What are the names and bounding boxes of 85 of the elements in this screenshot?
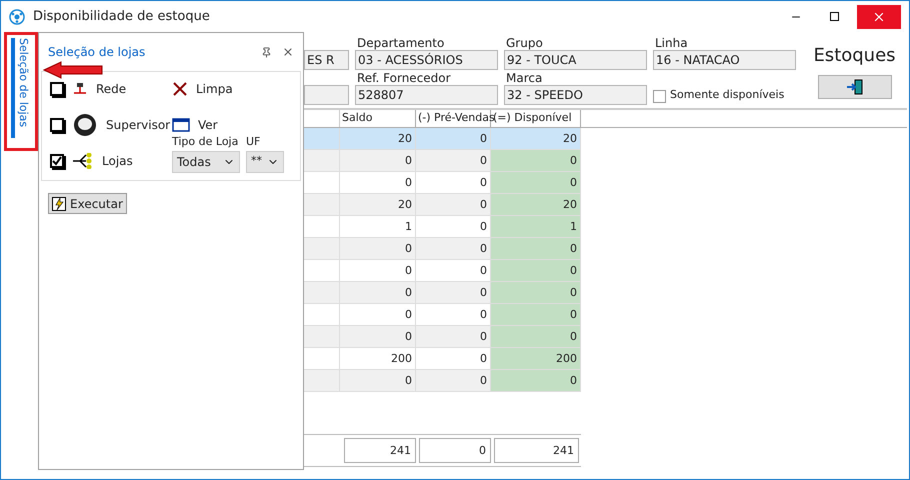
- table-cell: 200: [340, 348, 416, 369]
- table-row[interactable]: 0 0 0: [304, 282, 581, 304]
- field-value[interactable]: 03 - ACESSÓRIOS: [355, 50, 498, 70]
- total-field: 241: [494, 438, 579, 463]
- field-label: Marca: [505, 71, 544, 85]
- table-cell: 20: [491, 194, 581, 215]
- store-type-label: Tipo de Loja: [172, 134, 240, 150]
- table-row[interactable]: 0 0 0: [304, 326, 581, 348]
- total-field: 0: [419, 438, 491, 463]
- window-icon: [172, 118, 190, 132]
- table-row[interactable]: 0 0 0: [304, 260, 581, 282]
- window-title: Disponibilidade de estoque: [33, 8, 211, 26]
- column-header[interactable]: Saldo: [340, 110, 416, 127]
- table-cell: 20: [340, 194, 416, 215]
- field-label: Linha: [654, 36, 689, 50]
- branches-icon: [72, 153, 94, 169]
- table-row[interactable]: 0 0 0: [304, 370, 581, 392]
- table-row[interactable]: 0 0 0: [304, 150, 581, 172]
- table-row[interactable]: 0 0 0: [304, 304, 581, 326]
- table-row[interactable]: 0 0 0: [304, 238, 581, 260]
- table-row[interactable]: 20 0 20: [304, 194, 581, 216]
- field-value[interactable]: 16 - NATACAO: [653, 50, 796, 70]
- table-cell: 0: [340, 238, 416, 259]
- table-cell: 0: [340, 326, 416, 347]
- head-icon: [72, 112, 98, 138]
- store-type-dropdown[interactable]: Todas: [172, 150, 240, 172]
- option-label: Rede: [96, 81, 126, 98]
- close-button[interactable]: [857, 4, 901, 28]
- field-value[interactable]: [304, 85, 349, 105]
- close-icon[interactable]: [282, 46, 294, 58]
- checkbox-label: Somente disponíveis: [670, 86, 784, 102]
- table-cell: 200: [491, 348, 581, 369]
- table-cell: 0: [340, 150, 416, 171]
- checkbox[interactable]: [50, 154, 64, 168]
- field-label: Ref. Fornecedor: [356, 71, 452, 85]
- checkbox[interactable]: [653, 90, 666, 103]
- pin-icon[interactable]: [261, 46, 272, 58]
- table-cell: 0: [340, 172, 416, 193]
- table-cell: 1: [491, 216, 581, 237]
- option-link[interactable]: Limpa: [196, 80, 233, 98]
- state-label: UF: [246, 134, 262, 150]
- section-heading: Estoques: [813, 44, 896, 68]
- option-link[interactable]: Ver: [198, 116, 218, 134]
- total-field: 241: [344, 438, 416, 463]
- table-cell: 20: [491, 128, 581, 149]
- table-row[interactable]: 0 0 0: [304, 172, 581, 194]
- table-cell: 0: [491, 172, 581, 193]
- field-value[interactable]: 32 - SPEEDO: [504, 85, 647, 105]
- field-value[interactable]: 528807: [355, 85, 498, 105]
- table-row[interactable]: 20 0 20: [304, 128, 581, 150]
- table-row[interactable]: 1 0 1: [304, 216, 581, 238]
- field-value[interactable]: ES R: [304, 50, 349, 70]
- pointer-arrow-drawing: [43, 61, 103, 79]
- exit-door-icon: [846, 79, 864, 95]
- table-cell: 0: [491, 304, 581, 325]
- execute-button[interactable]: Executar: [48, 193, 127, 214]
- network-icon: [72, 81, 88, 97]
- table-cell: 0: [340, 304, 416, 325]
- table-cell: 0: [340, 282, 416, 303]
- side-tab[interactable]: Seleção de lojas: [11, 38, 31, 138]
- table-cell: 0: [340, 260, 416, 281]
- app-icon: [9, 8, 25, 24]
- field-label: Grupo: [505, 36, 544, 50]
- state-dropdown[interactable]: **: [246, 150, 284, 172]
- exit-button[interactable]: [818, 75, 892, 99]
- table-cell: 1: [340, 216, 416, 237]
- lightning-icon: [52, 196, 66, 210]
- cross-icon: [172, 81, 188, 97]
- field-value[interactable]: 92 - TOUCA: [504, 50, 647, 70]
- table-cell: 0: [491, 150, 581, 171]
- table-cell: 0: [491, 370, 581, 391]
- table-cell: 0: [491, 260, 581, 281]
- table-cell: 0: [416, 128, 491, 149]
- option-label: Lojas: [102, 153, 133, 170]
- panel-title: Seleção de lojas: [48, 44, 146, 61]
- option-label: Supervisor: [106, 117, 170, 134]
- table-cell: 0: [491, 238, 581, 259]
- checkbox[interactable]: [50, 82, 64, 96]
- table-cell: 0: [491, 326, 581, 347]
- table-cell: 0: [491, 282, 581, 303]
- table-cell: 0: [340, 370, 416, 391]
- field-label: Departamento: [356, 36, 446, 50]
- table-cell: 20: [340, 128, 416, 149]
- table-row[interactable]: 200 0 200: [304, 348, 581, 370]
- checkbox[interactable]: [50, 118, 64, 132]
